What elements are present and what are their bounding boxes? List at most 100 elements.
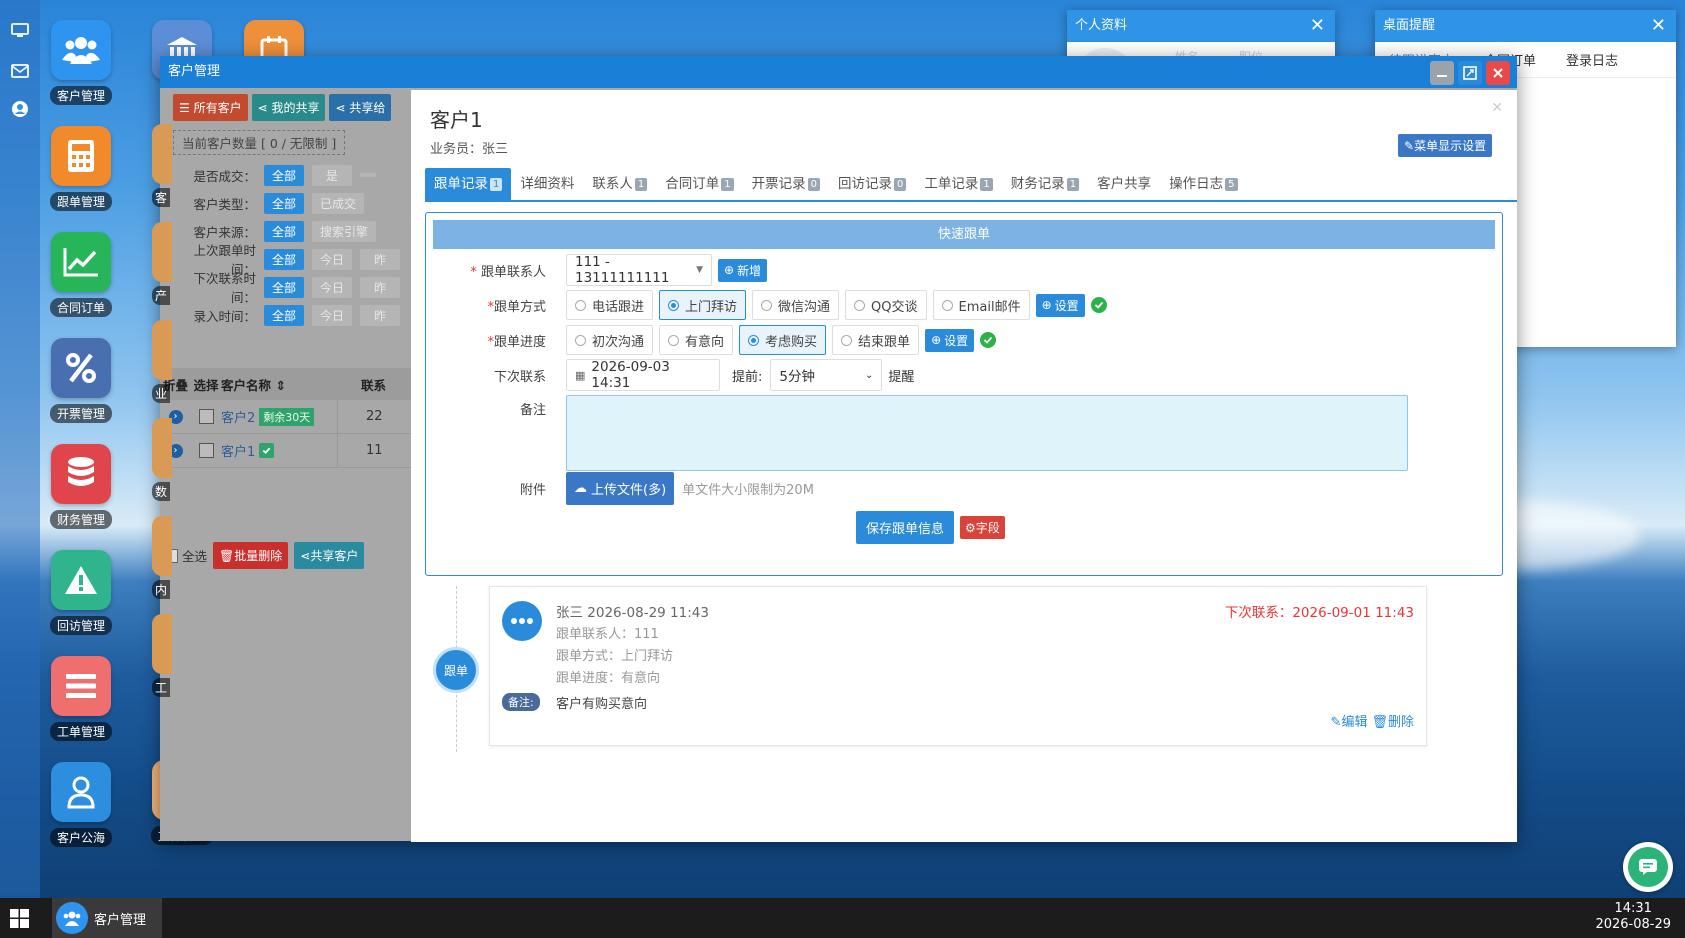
tab-8[interactable]: 客户共享 [1088, 168, 1160, 200]
progresse-option[interactable]: 有意向 [659, 325, 734, 355]
remind-label: 提醒 [888, 369, 915, 385]
tab-9[interactable]: 操作日志 5 [1160, 168, 1246, 200]
desktop-icon-list[interactable]: 工单管理 [36, 656, 126, 741]
table-row[interactable]: › 客户1 11 [160, 433, 411, 468]
method-setting-button[interactable]: ⊕ 设置 [1035, 293, 1085, 317]
filter-option[interactable]: 今日 [312, 248, 353, 270]
progress-setting-button[interactable]: ⊕ 设置 [925, 328, 975, 352]
col-name[interactable]: 客户名称 ⇕ [221, 375, 361, 394]
filter-option[interactable]: 已成交 [312, 192, 365, 214]
desktop-icon-partial[interactable]: 工 [152, 614, 172, 697]
next-contact-input[interactable]: ▦ 2026-09-03 14:31 [566, 359, 720, 391]
delete-record-button[interactable]: 🗑删除 [1371, 711, 1414, 730]
filter-row: 是否成交： 全部是 [170, 163, 410, 187]
maximize-button[interactable] [1458, 61, 1482, 85]
tab-1[interactable]: 详细资料 [511, 168, 583, 200]
desktop-icon-partial[interactable]: 业 [152, 320, 172, 403]
method-option[interactable]: QQ交谈 [845, 290, 927, 320]
filter-option[interactable]: 今日 [312, 276, 353, 298]
progresse-option[interactable]: 考虑购买 [739, 325, 827, 355]
share-customer-button[interactable]: ⋖共享客户 [294, 542, 365, 569]
filter-option[interactable]: 搜索引擎 [312, 220, 377, 242]
quick-launch-bar [0, 0, 40, 898]
upload-hint: 单文件大小限制为20M [682, 482, 814, 498]
tab-7[interactable]: 财务记录 1 [1002, 168, 1088, 200]
filter-option[interactable]: 昨 [360, 304, 401, 326]
desktop-icon-warning[interactable]: 回访管理 [36, 550, 126, 635]
desktop-icon-calculator[interactable]: 跟单管理 [36, 126, 126, 211]
contact-select[interactable]: 111 - 13111111111 ▼ [566, 254, 712, 286]
tab-6[interactable]: 工单记录 1 [915, 168, 1001, 200]
my-shared-button[interactable]: ⋖ 我的共享 [251, 94, 326, 121]
customer-name-link[interactable]: 客户1 [221, 441, 255, 460]
desktop-icon-database[interactable]: 财务管理 [36, 444, 126, 529]
filter-option[interactable]: 全部 [264, 220, 305, 242]
filter-option[interactable]: 今日 [312, 304, 353, 326]
row-checkbox[interactable] [198, 443, 214, 458]
mail-icon[interactable] [9, 60, 31, 82]
taskbar-app-customer[interactable]: 客户管理 [52, 898, 162, 938]
window-title: 客户管理 [168, 64, 221, 79]
method-option[interactable]: 上门拜访 [659, 290, 747, 320]
desktop-icon-label: 数 [152, 482, 171, 501]
save-follow-button[interactable]: 保存跟单信息 [856, 511, 955, 544]
tab-3[interactable]: 合同订单 1 [656, 168, 742, 200]
chat-button[interactable] [1623, 842, 1673, 892]
filter-option[interactable]: 昨 [360, 248, 401, 270]
filter-option[interactable]: 全部 [264, 164, 305, 186]
desktop-icon-percent[interactable]: 开票管理 [36, 338, 126, 423]
desktop-icon-users[interactable]: 客户管理 [36, 20, 126, 105]
note-textarea[interactable] [566, 395, 1408, 471]
close-button[interactable] [1486, 61, 1510, 85]
field-button[interactable]: ⚙字段 [960, 516, 1005, 539]
desktop-icon-chart-line[interactable]: 合同订单 [36, 232, 126, 317]
tab-login-log[interactable]: 登录日志 [1566, 50, 1618, 69]
desktop-icon-user[interactable]: 客户公海 [36, 762, 126, 847]
tab-5[interactable]: 回访记录 0 [829, 168, 915, 200]
desktop-icon-partial[interactable]: 内 [152, 516, 172, 599]
add-contact-button[interactable]: ⊕ 新增 [718, 258, 768, 282]
method-option[interactable]: 电话跟进 [566, 290, 654, 320]
tab-2[interactable]: 联系人 1 [583, 168, 656, 200]
user-circle-icon[interactable] [9, 98, 31, 120]
filter-option[interactable]: 全部 [264, 304, 305, 326]
minimize-button[interactable] [1430, 61, 1454, 85]
windows-start-icon[interactable] [10, 909, 29, 932]
close-icon[interactable]: ✕ [1310, 10, 1325, 42]
timeline-node: 跟单 [433, 647, 479, 693]
method-option[interactable]: Email邮件 [932, 290, 1030, 320]
tab-count-badge: 0 [894, 177, 907, 191]
close-icon[interactable]: ✕ [1651, 10, 1666, 42]
next-contact-label: 下次联系 [493, 369, 546, 385]
filter-option[interactable] [360, 173, 377, 177]
tab-0[interactable]: 跟单记录 1 [425, 168, 512, 200]
filter-option[interactable]: 昨 [360, 276, 401, 298]
col-select: 选择 [193, 377, 219, 393]
monitor-icon[interactable] [9, 20, 31, 42]
dialog-title: 客户1 [430, 108, 483, 132]
row-checkbox[interactable] [198, 409, 214, 424]
chart-line-icon [51, 232, 111, 292]
tab-count-badge: 1 [721, 177, 734, 191]
desktop-icon-partial[interactable]: 产 [152, 222, 172, 305]
desktop-icon-partial[interactable]: 数 [152, 418, 172, 501]
all-customers-button[interactable]: ☰ 所有客户 [173, 94, 248, 121]
edit-record-button[interactable]: ✎编辑 [1331, 711, 1368, 730]
table-row[interactable]: › 客户2 剩余30天 22 [160, 399, 411, 434]
tab-4[interactable]: 开票记录 0 [743, 168, 829, 200]
dialog-close-icon[interactable]: ✕ [1491, 100, 1503, 116]
filter-option[interactable]: 全部 [264, 192, 305, 214]
progresse-option[interactable]: 初次沟通 [566, 325, 654, 355]
advance-select[interactable]: 5分钟 ⌄ [770, 359, 883, 391]
filter-option[interactable]: 全部 [264, 248, 305, 270]
menu-display-setting-button[interactable]: ✎菜单显示设置 [1398, 134, 1493, 157]
shared-to-button[interactable]: ⋖ 共享给 [329, 94, 392, 121]
filter-option[interactable]: 是 [312, 164, 353, 186]
method-option[interactable]: 微信沟通 [752, 290, 840, 320]
upload-button[interactable]: ☁ 上传文件(多) [566, 471, 675, 505]
filter-option[interactable]: 全部 [264, 276, 305, 298]
batch-delete-button[interactable]: 🗑批量删除 [213, 542, 289, 569]
customer-name-link[interactable]: 客户2 [221, 407, 255, 426]
progresse-option[interactable]: 结束跟单 [832, 325, 920, 355]
desktop-icon-partial[interactable]: 客 [152, 124, 172, 207]
